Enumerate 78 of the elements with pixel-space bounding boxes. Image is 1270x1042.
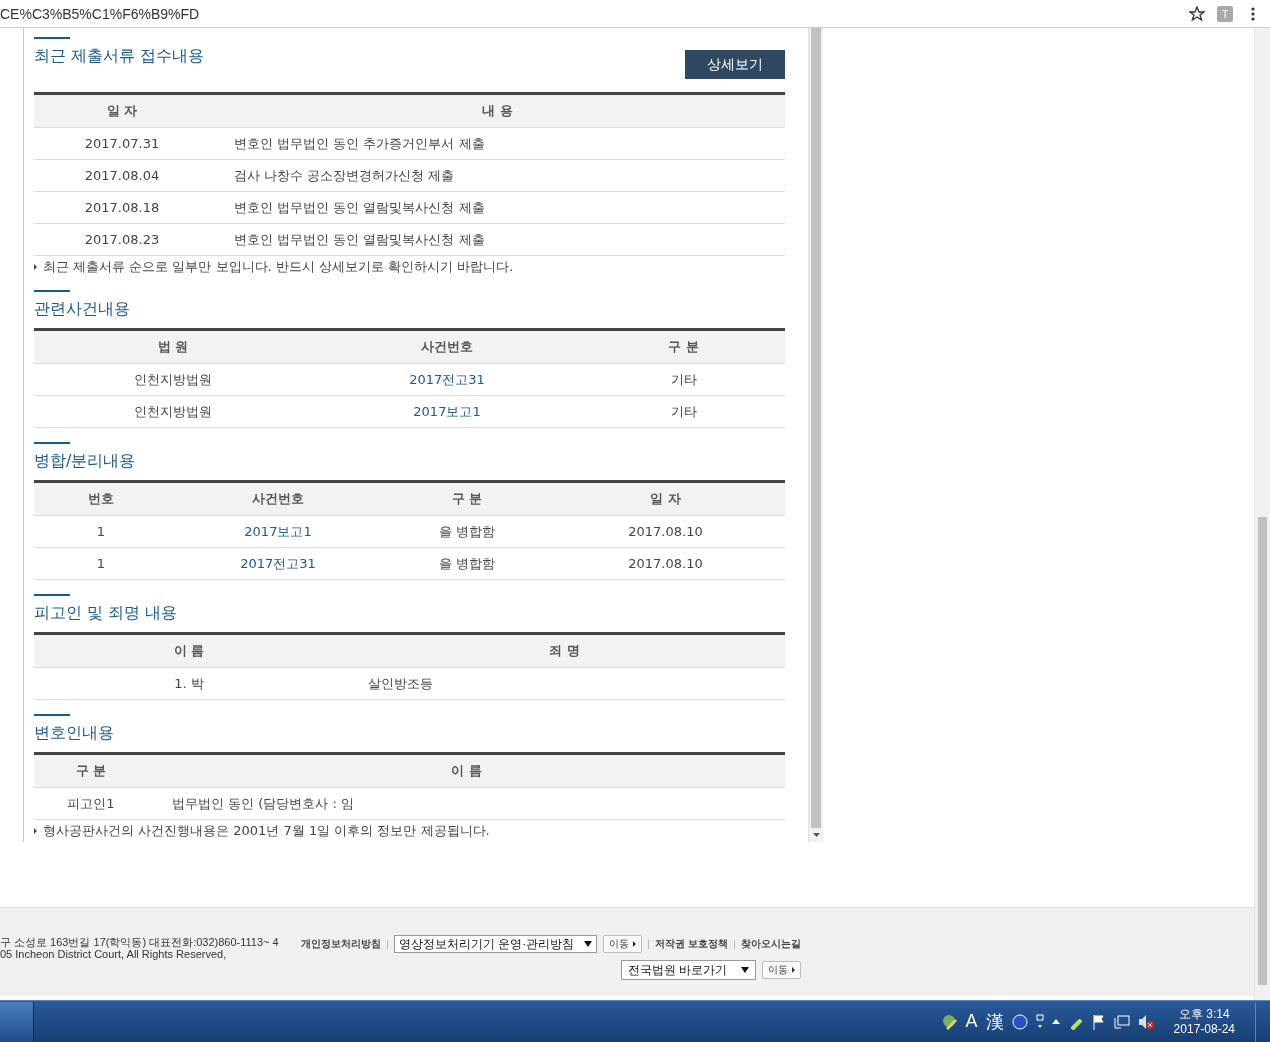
table-cell-text: 2017.08.10 [627,524,704,539]
caret-right-icon [792,967,795,973]
column-header: 번호 [87,490,115,508]
detail-button[interactable]: 상세보기 [685,50,785,79]
table-cell-text: 1 [95,556,107,571]
start-button[interactable] [0,1001,34,1042]
column-header: 일 자 [649,490,682,508]
section-title: 피고인 및 죄명 내용 [34,603,178,624]
bullet-icon [34,828,37,834]
table-cell-text: 변호인 법무법인 동인 열람및복사신청 제출 [233,230,486,249]
scroll-down-arrow-icon[interactable] [812,833,820,837]
section-title: 변호인내용 [34,723,114,744]
column-header: 구 분 [74,762,108,780]
column-header: 일 자 [105,102,139,120]
column-header: 이 름 [450,762,483,780]
section-title: 병합/분리내용 [34,451,136,472]
table-cell-text: 2017.08.23 [83,232,161,247]
case-number-link[interactable]: 2017보고1 [312,402,582,421]
address-url[interactable]: CE%C3%B5%C1%F6%B9%FD [0,5,1189,22]
ime-hanja-indicator[interactable]: 漢 [985,1009,1004,1034]
note-text: 최근 제출서류 순으로 일부만 보입니다. 반드시 상세보기로 확인하시기 바랍니다. [43,258,514,276]
case-number-link[interactable]: 2017전고31 [312,370,582,389]
copyright-policy-link[interactable]: 저작권 보호정책 [655,937,728,951]
table-cell-text: 검사 나창수 공소장변경허가신청 제출 [233,166,456,185]
column-header: 죄 명 [548,642,581,660]
table-cell-text: 2017.07.31 [83,136,161,151]
policy-dropdown[interactable]: 영상정보처리기기 운영·관리방침 [393,935,598,953]
footer-copyright: 05 Incheon District Court, All Rights Reserved, [0,948,228,960]
caret-down-icon [584,941,593,947]
table-cell-text: 기타 [669,370,698,389]
table-cell-text: 살인방조등 [367,674,434,693]
star-icon[interactable] [1189,5,1205,22]
table-cell-text: 기타 [669,402,698,421]
column-header: 사건번호 [251,490,305,508]
caret-down-icon [741,967,749,973]
clock-date[interactable]: 2017-08-24 [1173,1021,1235,1037]
pen-icon[interactable] [941,1013,958,1030]
inner-scrollbar[interactable] [808,28,823,842]
table-cell-text: 피고인1 [66,794,116,813]
column-header: 사건번호 [420,338,474,356]
flag-icon[interactable] [1091,1013,1106,1030]
column-header: 구 분 [450,490,484,508]
table-cell-text: 변호인 법무법인 동인 열람및복사신청 제출 [233,198,486,217]
directions-link[interactable]: 찾아오시는길 [741,937,801,951]
case-number-link[interactable]: 2017전고31 [168,554,388,573]
go-button[interactable]: 이동 [603,935,643,953]
caret-right-icon [633,941,637,947]
table-cell-text: 2017.08.04 [83,168,161,183]
clock-time[interactable]: 오후 3:14 [1173,1006,1235,1022]
court-dropdown[interactable]: 전국법원 바로가기 [620,960,756,980]
case-number-link[interactable]: 2017보고1 [168,522,388,541]
column-header: 법 원 [156,338,190,356]
table-cell-text: 2017.08.10 [627,556,704,571]
table-cell-text: 인천지방법원 [133,370,213,389]
section-title: 최근 제출서류 접수내용 [34,46,205,67]
section-title: 관련사건내용 [34,299,130,320]
menu-icon[interactable] [1251,6,1255,21]
bullet-icon [34,264,37,270]
table-cell-text: 2017.08.18 [83,200,161,215]
caret-up-icon[interactable] [1051,1019,1060,1024]
table-cell-text: 인천지방법원 [133,402,213,421]
table-cell-text: 을 병합함 [437,554,497,573]
column-header: 이 름 [172,642,206,660]
table-cell-text: 1 [95,524,107,539]
privacy-link[interactable]: 개인정보처리방침 [300,937,381,951]
column-header: 구 분 [667,338,700,356]
options-icon[interactable] [1035,1013,1044,1030]
table-cell-text: 을 병합함 [437,522,497,541]
go-button[interactable]: 이동 [762,961,801,979]
table-cell-text: 변호인 법무법인 동인 추가증거인부서 제출 [233,134,486,153]
table-cell-text: 1. 박 [173,674,205,693]
ime-mode-indicator[interactable]: A [965,1011,978,1032]
table-cell-text: 법무법인 동인 (담당변호사 : 임 [171,794,355,813]
footer-address: 구 소성로 163번길 17(학익동) 대표전화:032)860-1113~ 4 [0,936,280,948]
column-header: 내 용 [481,102,514,120]
speaker-muted-icon[interactable] [1137,1013,1154,1030]
page-scrollbar-thumb[interactable] [1258,517,1267,985]
note-text: 형사공판사건의 사건진행내용은 2001년 7월 1일 이후의 정보만 제공됩니다. [43,822,490,840]
